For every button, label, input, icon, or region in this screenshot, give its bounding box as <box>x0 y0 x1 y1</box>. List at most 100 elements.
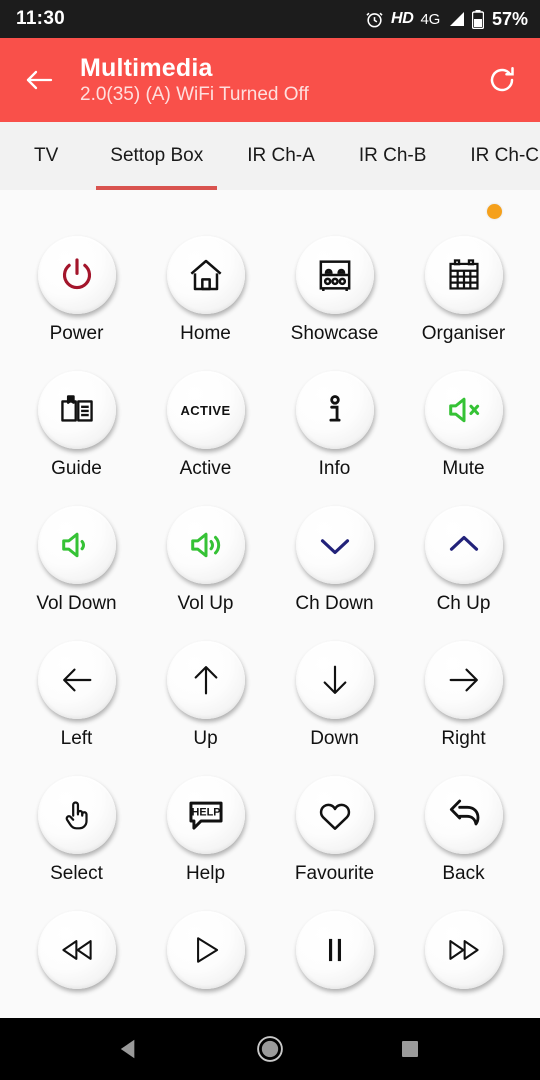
tab-ir-ch-b[interactable]: IR Ch-B <box>337 122 449 190</box>
remote-button-label: Down <box>310 728 359 749</box>
play-icon[interactable] <box>166 911 245 989</box>
remote-button-label: Info <box>318 458 351 479</box>
remote-panel: Power Home Showcase Organiser Guide ACTI… <box>0 190 540 1018</box>
remote-button-label: Back <box>442 863 485 884</box>
remote-button-label: Home <box>180 323 231 344</box>
remote-button-left[interactable]: Left <box>12 641 141 776</box>
tab-ir-ch-c[interactable]: IR Ch-C <box>448 122 540 190</box>
remote-button-label: Select <box>50 863 103 884</box>
arrow-right-icon[interactable] <box>424 641 503 719</box>
connection-status-dot <box>487 204 502 219</box>
info-icon[interactable] <box>295 371 374 449</box>
speaker-mute-icon[interactable] <box>424 371 503 449</box>
tab-ir-ch-a[interactable]: IR Ch-A <box>225 122 337 190</box>
remote-button-label: Mute <box>442 458 485 479</box>
remote-button-ch-down[interactable]: Ch Down <box>270 506 399 641</box>
tab-settop-box[interactable]: Settop Box <box>88 122 225 190</box>
page-subtitle: 2.0(35) (A) WiFi Turned Off <box>80 83 309 105</box>
remote-button-rewind[interactable] <box>12 911 141 1018</box>
remote-button-label: Up <box>193 728 218 749</box>
pointing-hand-icon[interactable] <box>37 776 116 854</box>
active-text-icon[interactable]: ACTIVE <box>166 371 245 449</box>
help-bubble-icon[interactable]: HELP <box>166 776 245 854</box>
remote-button-label: Favourite <box>294 863 375 884</box>
remote-button-fast-forward[interactable] <box>399 911 528 1018</box>
hd-label: HD <box>391 10 414 27</box>
status-indicators: HD 4G 57% <box>365 9 528 30</box>
remote-button-organiser[interactable]: Organiser <box>399 236 528 371</box>
app-bar-titles: Multimedia 2.0(35) (A) WiFi Turned Off <box>80 54 480 107</box>
remote-button-help[interactable]: HELP Help <box>141 776 270 911</box>
remote-button-guide[interactable]: Guide <box>12 371 141 506</box>
remote-button-up[interactable]: Up <box>141 641 270 776</box>
fast-forward-icon[interactable] <box>424 911 503 989</box>
tab-bar[interactable]: TV Settop Box IR Ch-A IR Ch-B IR Ch-C <box>0 122 540 190</box>
home-icon[interactable] <box>166 236 245 314</box>
back-arrow-icon[interactable] <box>16 57 62 103</box>
alarm-icon <box>365 10 384 29</box>
remote-button-power[interactable]: Power <box>12 236 141 371</box>
volume-down-icon[interactable] <box>37 506 116 584</box>
remote-button-home[interactable]: Home <box>141 236 270 371</box>
remote-button-vol-up[interactable]: Vol Up <box>141 506 270 641</box>
remote-button-pause[interactable] <box>270 911 399 1018</box>
svg-text:HELP: HELP <box>191 807 220 819</box>
network-label: 4G <box>420 10 441 28</box>
remote-button-label: Vol Down <box>36 593 117 614</box>
remote-button-right[interactable]: Right <box>399 641 528 776</box>
pause-icon[interactable] <box>295 911 374 989</box>
refresh-icon[interactable] <box>480 58 524 102</box>
arrow-down-icon[interactable] <box>295 641 374 719</box>
remote-button-vol-down[interactable]: Vol Down <box>12 506 141 641</box>
remote-button-down[interactable]: Down <box>270 641 399 776</box>
remote-button-showcase[interactable]: Showcase <box>270 236 399 371</box>
nav-recents-icon[interactable] <box>387 1026 433 1072</box>
remote-button-label: Help <box>185 863 226 884</box>
remote-button-label: Showcase <box>290 323 379 344</box>
power-icon[interactable] <box>37 236 116 314</box>
phone-screen: 11:30 HD 4G 57% Multimedia 2.0(35) (A) W… <box>0 0 540 1080</box>
remote-button-back[interactable]: Back <box>399 776 528 911</box>
volume-up-icon[interactable] <box>166 506 245 584</box>
arrow-left-icon[interactable] <box>37 641 116 719</box>
remote-button-label: Active <box>179 458 232 479</box>
showcase-icon[interactable] <box>295 236 374 314</box>
remote-button-label: Right <box>441 728 486 749</box>
battery-percent: 57% <box>491 8 528 29</box>
remote-button-label: Ch Up <box>436 593 491 614</box>
remote-button-label: Left <box>60 728 93 749</box>
page-title: Multimedia <box>80 53 213 82</box>
book-icon[interactable] <box>37 371 116 449</box>
remote-button-label: Ch Down <box>295 593 374 614</box>
status-bar: 11:30 HD 4G 57% <box>0 0 540 38</box>
remote-button-play[interactable] <box>141 911 270 1018</box>
remote-button-info[interactable]: Info <box>270 371 399 506</box>
heart-icon[interactable] <box>295 776 374 854</box>
chevron-up-icon[interactable] <box>424 506 503 584</box>
remote-button-label: Power <box>49 323 104 344</box>
active-label: ACTIVE <box>180 402 231 418</box>
tab-tv[interactable]: TV <box>0 122 88 190</box>
arrow-up-icon[interactable] <box>166 641 245 719</box>
tab-label: IR Ch-B <box>358 145 427 166</box>
remote-button-label: Vol Up <box>177 593 234 614</box>
remote-button-select[interactable]: Select <box>12 776 141 911</box>
chevron-down-icon[interactable] <box>295 506 374 584</box>
remote-button-ch-up[interactable]: Ch Up <box>399 506 528 641</box>
tab-label: TV <box>34 145 59 166</box>
tab-label: IR Ch-C <box>470 145 540 166</box>
android-nav-bar <box>0 1018 540 1080</box>
nav-home-icon[interactable] <box>247 1026 293 1072</box>
remote-button-label: Guide <box>51 458 102 479</box>
nav-back-icon[interactable] <box>107 1026 153 1072</box>
battery-icon <box>471 9 484 29</box>
rewind-icon[interactable] <box>37 911 116 989</box>
remote-button-mute[interactable]: Mute <box>399 371 528 506</box>
tab-label: IR Ch-A <box>247 145 315 166</box>
calendar-icon[interactable] <box>424 236 503 314</box>
tab-label: Settop Box <box>110 145 204 166</box>
remote-button-active[interactable]: ACTIVE Active <box>141 371 270 506</box>
remote-button-favourite[interactable]: Favourite <box>270 776 399 911</box>
back-curved-arrow-icon[interactable] <box>424 776 503 854</box>
remote-button-grid: Power Home Showcase Organiser Guide ACTI… <box>0 190 540 1018</box>
